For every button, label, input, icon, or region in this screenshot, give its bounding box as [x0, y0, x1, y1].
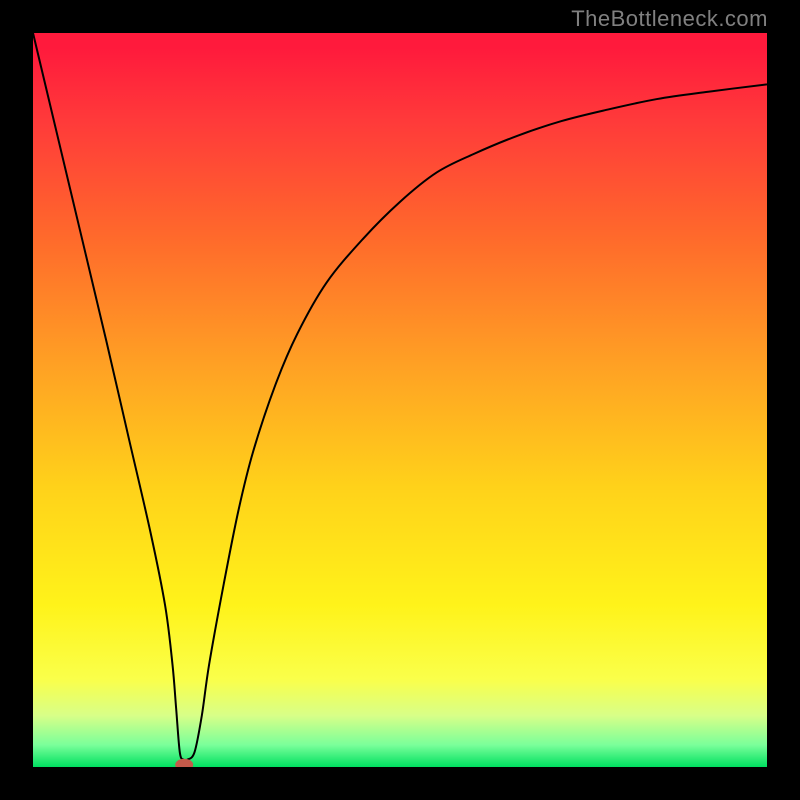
bottleneck-curve — [33, 33, 767, 761]
chart-svg — [33, 33, 767, 767]
minimum-marker — [175, 759, 193, 767]
chart-frame: TheBottleneck.com — [0, 0, 800, 800]
watermark-text: TheBottleneck.com — [571, 6, 768, 32]
